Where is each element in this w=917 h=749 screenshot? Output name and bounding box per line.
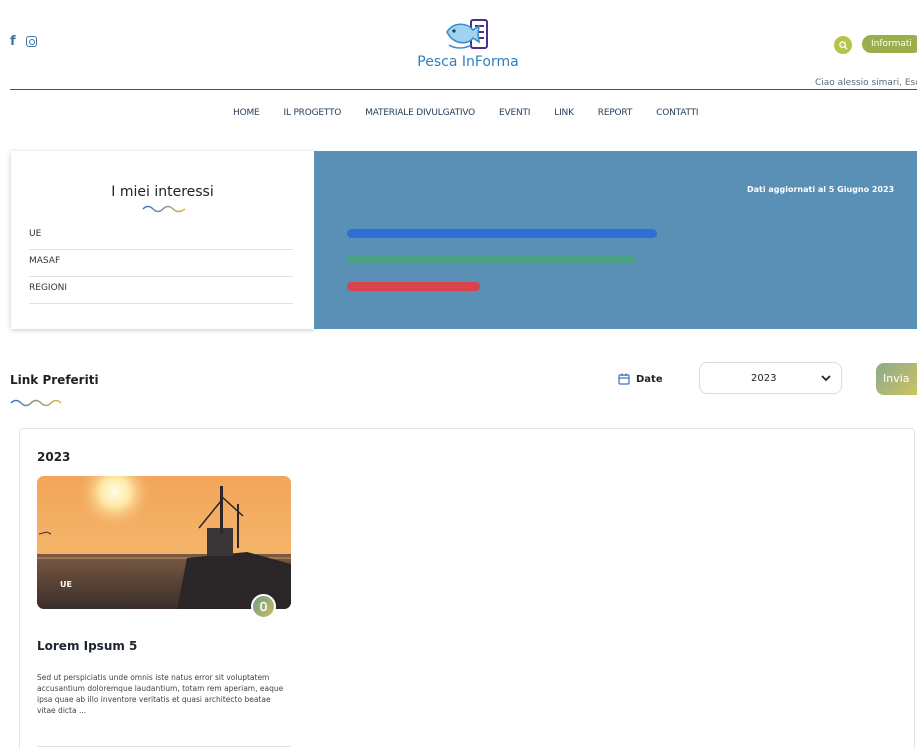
category-tag: UE <box>60 580 72 589</box>
card-image[interactable]: UE <box>37 476 291 609</box>
nav-item-materiale[interactable]: MATERIALE DIVULGATIVO <box>365 108 475 118</box>
calendar-icon <box>618 373 630 385</box>
stat-bar <box>347 255 635 264</box>
interests-card: I miei interessi UE MASAF REGIONI <box>11 151 314 329</box>
interest-item[interactable]: MASAF <box>29 250 293 277</box>
date-label: Date <box>636 373 663 385</box>
nav-item-link[interactable]: LINK <box>554 108 574 118</box>
card-description: Sed ut perspiciatis unde omnis iste natu… <box>37 673 284 715</box>
stat-bar <box>347 229 657 238</box>
info-button[interactable]: Informati <box>862 35 917 53</box>
site-logo[interactable]: Pesca InForma <box>408 18 528 70</box>
update-date: Dati aggiornati al 5 Giugno 2023 <box>747 185 895 194</box>
wave-decoration-icon <box>142 205 186 213</box>
nav-item-eventi[interactable]: EVENTI <box>499 108 530 118</box>
interest-item[interactable]: REGIONI <box>29 277 293 304</box>
interests-list: UE MASAF REGIONI <box>29 223 293 304</box>
instagram-icon[interactable] <box>25 36 37 47</box>
card-title[interactable]: Lorem Ipsum 5 <box>37 639 137 653</box>
results-card: 2023 UE Lorem Ipsum 5 Sed ut perspiciati… <box>19 428 915 749</box>
year-select-value: 2023 <box>751 372 777 384</box>
interest-item[interactable]: UE <box>29 223 293 250</box>
site-name: Pesca InForma <box>417 54 519 70</box>
wave-decoration-icon <box>10 399 62 407</box>
date-filter-label: Date <box>618 373 663 385</box>
link-icon <box>260 601 267 612</box>
search-icon <box>838 40 848 50</box>
user-greeting[interactable]: Ciao alessio simari, Esci <box>815 78 917 88</box>
header-divider <box>10 89 917 90</box>
nav-item-contatti[interactable]: CONTATTI <box>656 108 698 118</box>
main-nav: HOME IL PROGETTO MATERIALE DIVULGATIVO E… <box>233 108 722 118</box>
stats-panel: Dati aggiornati al 5 Giugno 2023 <box>314 151 917 329</box>
nav-item-progetto[interactable]: IL PROGETTO <box>284 108 342 118</box>
chevron-down-icon <box>821 375 831 382</box>
card-divider <box>37 746 291 747</box>
favorite-badge[interactable] <box>251 594 276 619</box>
nav-item-home[interactable]: HOME <box>233 108 260 118</box>
fish-document-icon <box>446 19 488 49</box>
section-title: Link Preferiti <box>10 373 99 387</box>
social-links: f <box>10 34 37 49</box>
facebook-icon[interactable]: f <box>10 34 16 49</box>
fishing-boat-sunset-image <box>37 476 291 609</box>
year-heading: 2023 <box>37 450 71 464</box>
stat-bar <box>347 282 480 291</box>
send-button[interactable]: Invia <box>876 363 917 395</box>
interests-title: I miei interessi <box>111 184 214 200</box>
year-select[interactable]: 2023 <box>699 362 842 394</box>
nav-item-report[interactable]: REPORT <box>598 108 633 118</box>
search-button[interactable] <box>834 36 852 54</box>
